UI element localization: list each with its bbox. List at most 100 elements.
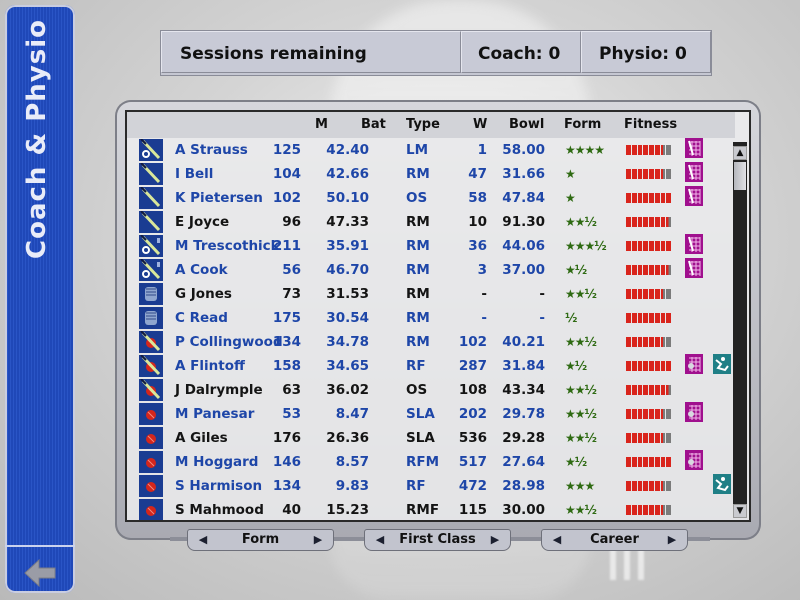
coach-session-bowling-net-icon[interactable]: [685, 450, 703, 470]
coach-session-bowling-net-icon[interactable]: [685, 354, 703, 374]
sessions-remaining-label: Sessions remaining: [161, 31, 461, 73]
player-name: A Cook: [175, 262, 228, 278]
batting-average-value: 8.57: [335, 454, 369, 470]
batting-average-value: 46.70: [326, 262, 369, 278]
table-row[interactable]: A Giles 176 26.36 SLA 536 29.28 ★★½: [127, 426, 735, 450]
scroll-thumb[interactable]: [734, 162, 746, 190]
matches-value: 125: [272, 142, 301, 158]
coach-session-batting-net-icon[interactable]: [685, 162, 703, 182]
back-button[interactable]: [23, 557, 59, 589]
form-prev-icon[interactable]: ◀: [196, 530, 210, 550]
bowling-type-value: RFM: [406, 454, 440, 470]
fitness-bar: [626, 265, 672, 275]
header-wickets[interactable]: W: [473, 117, 487, 132]
scrollbar[interactable]: ▲ ▼: [733, 142, 747, 518]
stats-period-prev-icon[interactable]: ◀: [550, 530, 564, 550]
matches-value: 96: [282, 214, 301, 230]
table-row[interactable]: E Joyce 96 47.33 RM 10 91.30 ★★½: [127, 210, 735, 234]
fitness-bar: [626, 241, 672, 251]
fitness-bar: [626, 457, 672, 467]
table-row[interactable]: P Collingwood 134 34.78 RM 102 40.21 ★★½: [127, 330, 735, 354]
stats-period-next-icon[interactable]: ▶: [665, 530, 679, 550]
form-next-icon[interactable]: ▶: [311, 530, 325, 550]
coach-session-batting-net-icon[interactable]: [685, 138, 703, 158]
wickets-value: 58: [468, 190, 487, 206]
table-row[interactable]: J Dalrymple 63 36.02 OS 108 43.34 ★★½: [127, 378, 735, 402]
matches-value: 56: [282, 262, 301, 278]
coach-session-batting-net-icon[interactable]: [685, 186, 703, 206]
header-bowling-average[interactable]: Bowl: [509, 117, 544, 132]
bowling-average-value: 58.00: [502, 142, 545, 158]
fitness-bar: [626, 193, 672, 203]
form-stars: ★½: [565, 455, 587, 469]
player-name: J Dalrymple: [175, 382, 263, 398]
matches-value: 211: [272, 238, 301, 254]
player-name: S Mahmood: [175, 502, 264, 518]
player-role-icon: [139, 259, 163, 281]
wickets-value: 10: [468, 214, 487, 230]
form-stars: ★★½: [565, 383, 597, 397]
sidebar-title-panel: Coach & Physio: [5, 5, 75, 593]
matches-value: 104: [272, 166, 301, 182]
player-name: G Jones: [175, 286, 232, 302]
player-role-icon: [139, 163, 163, 185]
form-stars: ★★★½: [565, 239, 607, 253]
header-matches[interactable]: M: [315, 117, 328, 132]
header-batting-average[interactable]: Bat: [361, 117, 386, 132]
fitness-bar: [626, 313, 672, 323]
matches-value: 146: [272, 454, 301, 470]
batting-average-value: 47.33: [326, 214, 369, 230]
player-name: A Flintoff: [175, 358, 245, 374]
player-role-icon: [139, 235, 163, 257]
form-stars: ★: [565, 191, 576, 205]
wickets-value: 517: [458, 454, 487, 470]
header-fitness[interactable]: Fitness: [624, 117, 677, 132]
bowling-average-value: 29.78: [502, 406, 545, 422]
stats-period-selector[interactable]: ◀ Career ▶: [541, 529, 688, 551]
header-bowling-type[interactable]: Type: [406, 117, 440, 132]
form-selector[interactable]: ◀ Form ▶: [187, 529, 334, 551]
table-row[interactable]: M Hoggard 146 8.57 RFM 517 27.64 ★½: [127, 450, 735, 474]
scroll-up-button[interactable]: ▲: [733, 146, 747, 160]
table-row[interactable]: C Read 175 30.54 RM - - ½: [127, 306, 735, 330]
table-row[interactable]: M Trescothick 211 35.91 RM 36 44.06 ★★★½: [127, 234, 735, 258]
table-header: M Bat Type W Bowl Form Fitness: [127, 112, 735, 138]
table-row[interactable]: G Jones 73 31.53 RM - - ★★½: [127, 282, 735, 306]
bowling-type-value: RF: [406, 478, 426, 494]
wickets-value: 36: [468, 238, 487, 254]
table-row[interactable]: S Mahmood 40 15.23 RMF 115 30.00 ★★½: [127, 498, 735, 520]
physio-sessions-count: Physio: 0: [581, 31, 711, 73]
table-row[interactable]: A Flintoff 158 34.65 RF 287 31.84 ★½: [127, 354, 735, 378]
bowling-type-value: RM: [406, 262, 430, 278]
competition-selector[interactable]: ◀ First Class ▶: [364, 529, 511, 551]
scroll-down-button[interactable]: ▼: [733, 504, 747, 518]
player-name: A Strauss: [175, 142, 248, 158]
batting-average-value: 34.78: [326, 334, 369, 350]
table-row[interactable]: I Bell 104 42.66 RM 47 31.66 ★: [127, 162, 735, 186]
competition-selector-label: First Class: [399, 532, 476, 547]
bowling-type-value: RM: [406, 238, 430, 254]
table-row[interactable]: K Pietersen 102 50.10 OS 58 47.84 ★: [127, 186, 735, 210]
coach-session-batting-net-icon[interactable]: [685, 234, 703, 254]
coach-session-bowling-net-icon[interactable]: [685, 402, 703, 422]
batting-average-value: 36.02: [326, 382, 369, 398]
bowling-type-value: RM: [406, 334, 430, 350]
player-role-icon: [139, 307, 163, 329]
player-role-icon: [139, 187, 163, 209]
table-row[interactable]: M Panesar 53 8.47 SLA 202 29.78 ★★½: [127, 402, 735, 426]
physio-treatment-icon[interactable]: [713, 474, 731, 494]
table-row[interactable]: A Strauss 125 42.40 LM 1 58.00 ★★★★: [127, 138, 735, 162]
player-role-icon: [139, 427, 163, 449]
competition-prev-icon[interactable]: ◀: [373, 530, 387, 550]
wickets-value: -: [481, 310, 487, 326]
table-row[interactable]: S Harmison 134 9.83 RF 472 28.98 ★★★: [127, 474, 735, 498]
screen-title: Coach & Physio: [22, 19, 52, 259]
physio-treatment-icon[interactable]: [713, 354, 731, 374]
competition-next-icon[interactable]: ▶: [488, 530, 502, 550]
wickets-value: 536: [458, 430, 487, 446]
coach-session-batting-net-icon[interactable]: [685, 258, 703, 278]
fitness-bar: [626, 217, 672, 227]
bowling-average-value: 28.98: [502, 478, 545, 494]
header-form[interactable]: Form: [564, 117, 601, 132]
table-row[interactable]: A Cook 56 46.70 RM 3 37.00 ★½: [127, 258, 735, 282]
